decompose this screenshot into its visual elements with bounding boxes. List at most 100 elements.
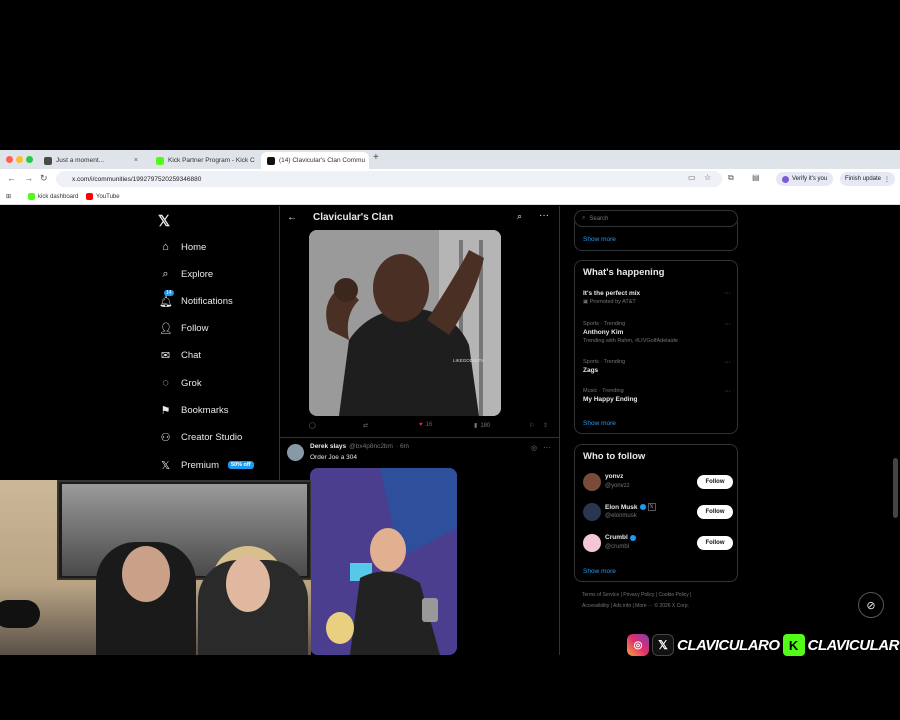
trend-item[interactable]: Sports · Trending Zags ···	[583, 359, 731, 374]
more-options-icon[interactable]: ···	[724, 359, 731, 366]
follow-suggestion[interactable]: Elon Musk 𝕏 @elonmusk Follow	[583, 501, 733, 525]
user-name-text: Elon Musk	[605, 503, 638, 511]
person-add-icon: 👤︎	[159, 322, 173, 335]
forward-icon[interactable]: →	[24, 173, 33, 183]
grok-icon: ◌	[162, 377, 169, 389]
promoted-icon: ▣	[583, 299, 590, 305]
notification-count-badge: 14	[164, 289, 174, 296]
trend-item[interactable]: Sports · Trending Anthony Kim Trending w…	[583, 321, 731, 344]
verify-button[interactable]: Verify it's you	[776, 172, 834, 186]
avatar[interactable]	[583, 503, 601, 521]
bookmark-post-button[interactable]: ⚐	[529, 422, 534, 429]
nav-notifications[interactable]: 🔔︎ 14 Notifications	[159, 289, 233, 311]
url-input[interactable]: x.com/i/communities/1992797520259346880	[56, 171, 722, 187]
more-options-icon[interactable]: ···	[724, 321, 731, 328]
nav-chat[interactable]: ✉ Chat	[159, 345, 201, 365]
grok-icon[interactable]: ◎	[531, 444, 537, 452]
bookmark-star-icon[interactable]: ☆	[704, 173, 711, 182]
scrollbar[interactable]	[893, 458, 898, 518]
tab-label: Kick Partner Program - Kick C	[168, 157, 255, 164]
nav-premium[interactable]: 𝕏 Premium 50% off	[159, 455, 254, 475]
tab-favicon-icon	[44, 156, 52, 165]
author-name[interactable]: Derek slays	[310, 443, 346, 450]
tab-clavicular-clan[interactable]: (14) Clavicular's Clan Commu ×	[261, 152, 369, 169]
follow-button[interactable]: Follow	[697, 505, 733, 519]
compose-fab-icon[interactable]: ⊘	[858, 592, 884, 618]
x-favicon-icon	[267, 156, 275, 165]
repost-button[interactable]: ⇄	[363, 422, 368, 429]
bookmark-youtube[interactable]: YouTube	[86, 193, 120, 200]
post-media-image[interactable]	[310, 468, 457, 655]
more-options-icon[interactable]: ···	[724, 290, 731, 297]
close-tab-icon[interactable]: ×	[134, 157, 138, 164]
new-tab-button[interactable]: +	[373, 152, 379, 163]
trend-category: Sports · Trending	[583, 321, 626, 327]
show-more-link[interactable]: Show more	[583, 236, 616, 243]
post-media-image[interactable]: LIKEGOD5ETH	[309, 230, 501, 416]
apps-grid-icon[interactable]: ⊞	[6, 193, 11, 200]
reload-icon[interactable]: ↻	[40, 173, 48, 184]
trend-item[interactable]: It's the perfect mix ▣ Promoted by AT&T …	[583, 290, 731, 305]
nav-follow[interactable]: 👤︎ Follow	[159, 318, 208, 338]
show-more-link[interactable]: Show more	[583, 420, 616, 427]
back-arrow-icon[interactable]: ←	[287, 212, 297, 223]
avatar[interactable]	[287, 444, 304, 461]
show-more-link[interactable]: Show more	[583, 568, 616, 575]
instagram-icon: ◎	[627, 634, 649, 656]
x-logo-icon[interactable]: 𝕏	[158, 212, 170, 230]
more-options-icon[interactable]: ···	[724, 388, 731, 395]
nav-bookmarks[interactable]: ⚑ Bookmarks	[159, 400, 229, 420]
tab-kick-partner[interactable]: Kick Partner Program - Kick C ×	[150, 152, 256, 169]
community-title: Clavicular's Clan	[313, 212, 394, 223]
post-text: Order Joe a 304	[310, 454, 357, 461]
bell-glyph: 🔔︎	[159, 295, 173, 308]
maximize-window-icon[interactable]	[26, 156, 33, 163]
follow-suggestion[interactable]: yonvz @yonvzz Follow	[583, 471, 733, 495]
nav-label: Grok	[181, 377, 202, 389]
avatar[interactable]	[583, 473, 601, 491]
who-to-follow-card: Who to follow yonvz @yonvzz Follow Elon …	[574, 444, 738, 582]
sidepanel-icon[interactable]: ▤	[752, 173, 760, 182]
follow-button[interactable]: Follow	[697, 536, 733, 550]
nav-label: Follow	[181, 322, 209, 334]
nav-grok[interactable]: ◌ Grok	[159, 373, 202, 393]
close-window-icon[interactable]	[6, 156, 13, 163]
finish-update-button[interactable]: Finish update ⋮	[840, 172, 896, 186]
user-handle: @elonmusk	[605, 513, 637, 519]
footer-links[interactable]: Accessibility | Ads info | More ··· © 20…	[582, 603, 689, 609]
more-options-icon[interactable]: ···	[539, 210, 549, 221]
social-handles-overlay: ◎ 𝕏 CLAVICULARO K CLAVICULAR	[627, 632, 899, 658]
extensions-icon[interactable]: ⧉	[728, 173, 734, 183]
trend-item[interactable]: Music · Trending My Happy Ending ···	[583, 388, 731, 403]
cast-icon[interactable]: ▭	[688, 173, 696, 182]
tab-label: (14) Clavicular's Clan Commu	[279, 157, 366, 164]
x-icon: 𝕏	[652, 634, 674, 656]
more-options-icon[interactable]: ···	[543, 443, 551, 452]
nav-home[interactable]: ⌂ Home	[159, 237, 206, 257]
bookmark-kick-dashboard[interactable]: kick dashboard	[28, 193, 78, 200]
finish-update-label: Finish update	[845, 176, 882, 182]
footer-links[interactable]: Terms of Service | Privacy Policy | Cook…	[582, 592, 691, 598]
reply-button[interactable]: ◯	[309, 422, 316, 429]
tab-just-a-moment[interactable]: Just a moment... ×	[38, 152, 144, 169]
envelope-icon: ✉	[160, 349, 171, 362]
nav-label: Notifications	[181, 295, 233, 307]
user-handle: @crumbl	[605, 544, 630, 550]
search-icon[interactable]: ⌕	[517, 211, 522, 222]
avatar[interactable]	[583, 534, 601, 552]
follow-suggestion[interactable]: Crumbl @crumbl Follow	[583, 532, 733, 556]
like-button[interactable]: ♥ 16	[419, 422, 432, 428]
share-button[interactable]: ⇪	[543, 422, 548, 429]
views-button[interactable]: ▮ 180	[474, 422, 490, 430]
nav-creator-studio[interactable]: ⚇ Creator Studio	[159, 427, 243, 447]
repost-icon: ⇄	[363, 423, 369, 429]
minimize-window-icon[interactable]	[16, 156, 23, 163]
home-icon: ⌂	[162, 241, 169, 253]
creator-studio-icon: ⚇	[160, 431, 171, 444]
streamer-face	[122, 546, 170, 602]
author-handle[interactable]: @bx4p8nc2bm	[349, 443, 393, 450]
nav-explore[interactable]: ⌕ Explore	[159, 264, 213, 284]
back-icon[interactable]: ←	[7, 173, 16, 183]
follow-button[interactable]: Follow	[697, 475, 733, 489]
trend-category: Music · Trending	[583, 388, 624, 394]
